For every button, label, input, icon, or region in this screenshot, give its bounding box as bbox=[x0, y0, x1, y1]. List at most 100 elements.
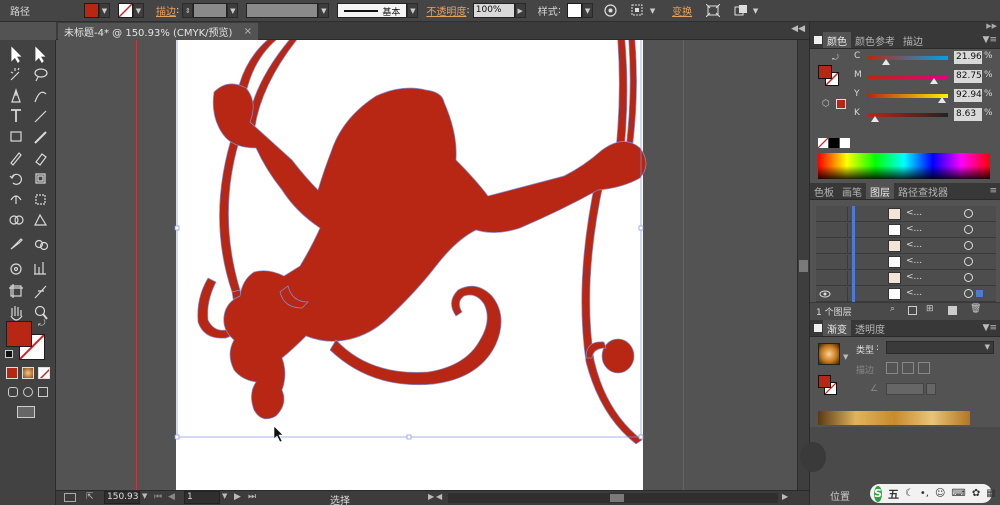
white-swatch[interactable] bbox=[840, 138, 850, 148]
tab-transparency[interactable]: 透明度 bbox=[851, 320, 889, 336]
lock-toggle[interactable] bbox=[834, 223, 848, 237]
arrange-icon[interactable] bbox=[732, 3, 750, 19]
target-circle-icon[interactable] bbox=[964, 225, 973, 234]
gradient-angle-dropdown[interactable] bbox=[926, 383, 936, 395]
screen-mode-icon[interactable] bbox=[17, 406, 35, 418]
none-mode-icon[interactable] bbox=[38, 367, 50, 379]
ime-logo[interactable]: S bbox=[874, 485, 882, 502]
layer-name[interactable]: <... bbox=[906, 208, 922, 218]
clipping-mask-icon[interactable] bbox=[908, 306, 917, 315]
brush-definition-field[interactable]: 基本 bbox=[337, 3, 408, 18]
out-of-gamut-icon[interactable]: ⬡ bbox=[822, 99, 830, 109]
channel-m-value[interactable]: 82.75 bbox=[954, 70, 982, 83]
status-menu-icon[interactable]: ▶ bbox=[428, 492, 434, 501]
layer-name[interactable]: <... bbox=[906, 288, 922, 298]
variable-width-dropdown[interactable]: ▼ bbox=[318, 3, 330, 18]
opacity-field[interactable]: 100% bbox=[472, 3, 515, 18]
graphic-style-swatch[interactable] bbox=[567, 3, 583, 18]
visibility-eye-icon[interactable] bbox=[818, 271, 832, 285]
ime-moon-icon[interactable]: ☾ bbox=[905, 488, 914, 499]
visibility-eye-icon[interactable] bbox=[818, 223, 832, 237]
layer-name[interactable]: <... bbox=[906, 272, 922, 282]
tab-gradient[interactable]: 渐变 bbox=[823, 320, 851, 336]
stroke-dropdown[interactable]: ▼ bbox=[133, 3, 144, 18]
layer-name[interactable]: <... bbox=[906, 256, 922, 266]
target-circle-icon[interactable] bbox=[964, 257, 973, 266]
ime-emoji-icon[interactable]: ☺ bbox=[935, 488, 945, 499]
fill-color-swatch[interactable] bbox=[6, 321, 32, 347]
gradient-slider-strip[interactable] bbox=[818, 411, 970, 425]
stroke-along-icon[interactable] bbox=[902, 362, 914, 374]
layer-row[interactable]: <... bbox=[816, 286, 996, 302]
visibility-eye-icon[interactable] bbox=[818, 207, 832, 221]
channel-k-slider[interactable] bbox=[868, 113, 948, 117]
zoom-field[interactable]: 150.93 bbox=[104, 491, 140, 504]
delete-layer-icon[interactable]: 🗑 bbox=[970, 304, 981, 314]
layer-name[interactable]: <... bbox=[906, 224, 922, 234]
gradient-mode-icon[interactable] bbox=[22, 367, 34, 379]
ime-menu-icon[interactable]: ▦ bbox=[986, 488, 995, 499]
next-artboard-icon[interactable]: ▶ bbox=[234, 492, 241, 502]
monkey-artwork[interactable] bbox=[56, 40, 797, 490]
scroll-thumb[interactable] bbox=[799, 260, 808, 272]
tab-color[interactable]: 颜色 bbox=[823, 32, 851, 48]
tab-stroke[interactable]: 描边 bbox=[899, 32, 927, 48]
style-dropdown[interactable]: ▼ bbox=[582, 3, 594, 18]
panel-swap-icon[interactable]: ⤾ bbox=[832, 53, 839, 63]
channel-y-value[interactable]: 92.94 bbox=[954, 89, 982, 102]
draw-inside-icon[interactable] bbox=[38, 387, 48, 397]
stroke-link[interactable]: 描边 bbox=[156, 3, 176, 18]
black-swatch[interactable] bbox=[829, 138, 839, 148]
gradient-preview-dropdown[interactable]: ▼ bbox=[843, 353, 848, 361]
collapse-dock-icon[interactable]: ▶▶ bbox=[986, 22, 997, 30]
selection-indicator[interactable] bbox=[976, 290, 983, 297]
target-circle-icon[interactable] bbox=[964, 209, 973, 218]
tab-color-guide[interactable]: 颜色参考 bbox=[851, 32, 899, 48]
new-layer-icon[interactable] bbox=[948, 306, 957, 315]
variable-width-field[interactable] bbox=[246, 3, 319, 18]
zoom-dropdown[interactable]: ▼ bbox=[142, 492, 147, 500]
close-tab-icon[interactable]: × bbox=[244, 26, 252, 37]
tab-layers[interactable]: 图层 bbox=[866, 183, 894, 199]
stroke-swatch[interactable] bbox=[118, 3, 133, 18]
align-icon[interactable] bbox=[629, 3, 647, 19]
layer-row[interactable]: <... bbox=[816, 254, 996, 270]
lock-toggle[interactable] bbox=[834, 255, 848, 269]
slider-knob[interactable] bbox=[930, 78, 938, 84]
tab-brushes[interactable]: 画笔 bbox=[838, 183, 866, 199]
color-panel-menu-icon[interactable]: ▼≡ bbox=[983, 35, 997, 45]
slider-knob[interactable] bbox=[938, 97, 946, 103]
lock-toggle[interactable] bbox=[834, 239, 848, 253]
visibility-eye-icon[interactable] bbox=[818, 255, 832, 269]
canvas-area[interactable] bbox=[56, 40, 797, 490]
ime-punct-icon[interactable]: •, bbox=[920, 488, 929, 499]
last-artboard-icon[interactable]: ⏭ bbox=[248, 492, 256, 502]
layer-row[interactable]: <... bbox=[816, 270, 996, 286]
color-spectrum-bar[interactable] bbox=[818, 153, 990, 179]
layers-panel-menu-icon[interactable]: ≡ bbox=[989, 186, 997, 196]
stroke-weight-field[interactable] bbox=[193, 3, 228, 18]
artboard-dropdown[interactable]: ▼ bbox=[222, 492, 227, 500]
swap-fill-stroke-icon[interactable]: ⤾ bbox=[38, 319, 46, 329]
panel-fill-swatch[interactable] bbox=[818, 65, 832, 79]
locate-object-icon[interactable]: ⌕ bbox=[890, 304, 895, 314]
layer-row[interactable]: <... bbox=[816, 238, 996, 254]
opacity-arrow[interactable]: ▶ bbox=[514, 3, 526, 18]
gradient-fill-swatch[interactable] bbox=[818, 375, 831, 388]
visibility-eye-icon[interactable] bbox=[818, 239, 832, 253]
new-sublayer-icon[interactable]: ⊞ bbox=[926, 304, 934, 314]
channel-y-slider[interactable] bbox=[868, 94, 948, 98]
artboard-nav-icon[interactable] bbox=[64, 493, 76, 502]
transform-link[interactable]: 变换 bbox=[672, 3, 692, 18]
lock-toggle[interactable] bbox=[834, 271, 848, 285]
slider-knob[interactable] bbox=[871, 116, 879, 122]
gradient-panel-menu-icon[interactable]: ▼≡ bbox=[983, 323, 997, 333]
stroke-weight-dropdown[interactable]: ▼ bbox=[227, 3, 239, 18]
share-icon[interactable]: ⇱ bbox=[86, 492, 94, 502]
ime-skin-icon[interactable]: ✿ bbox=[972, 488, 980, 499]
default-colors-icon[interactable] bbox=[5, 350, 13, 358]
scroll-right-icon[interactable]: ▶ bbox=[782, 492, 788, 501]
tab-swatches[interactable]: 色板 bbox=[810, 183, 838, 199]
lock-toggle[interactable] bbox=[834, 287, 848, 301]
tab-pathfinder[interactable]: 路径查找器 bbox=[894, 183, 952, 199]
